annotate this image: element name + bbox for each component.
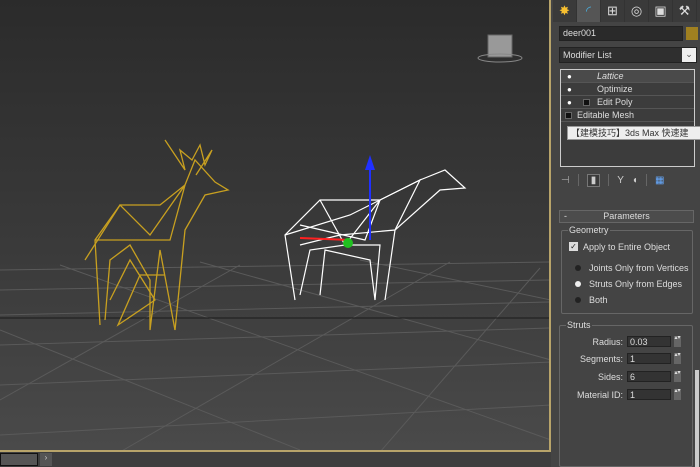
geometry-label: Geometry — [568, 225, 610, 235]
lightbulb-icon[interactable]: ● — [567, 83, 572, 96]
stack-item-label: Lattice — [597, 71, 624, 81]
sides-input[interactable]: 6 — [627, 371, 671, 382]
field-label: Radius: — [592, 337, 623, 347]
deer-lattice-gold — [84, 139, 230, 331]
command-panel: ✸ ◜ ⊞ ◎ ▣ ⚒ deer001 Modifier List ⌄ ● Latt… — [553, 0, 700, 467]
hierarchy-icon[interactable]: ⊞ — [601, 0, 625, 22]
create-icon[interactable]: ✸ — [553, 0, 577, 22]
chevron-down-icon[interactable]: ⌄ — [682, 48, 696, 62]
stack-toolbar: ⊣ ▮ Y ◖ ▦ — [561, 172, 695, 188]
radio-struts[interactable] — [575, 281, 581, 287]
field-label: Material ID: — [576, 390, 623, 400]
deer-lattice-white — [284, 169, 467, 301]
display-icon[interactable]: ▣ — [649, 0, 673, 22]
apply-entire-checkbox[interactable]: ✓ — [569, 242, 578, 251]
next-frame-button[interactable]: › — [40, 453, 52, 466]
object-name-field[interactable]: deer001 — [559, 26, 683, 41]
spinner-icon[interactable]: ▴▾ — [674, 352, 681, 364]
lightbulb-icon[interactable]: ● — [567, 96, 572, 109]
field-label: Segments: — [579, 354, 623, 364]
panel-scrollbar[interactable] — [695, 370, 699, 467]
perspective-viewport[interactable] — [0, 0, 551, 452]
option-label: Joints Only from Vertices — [589, 263, 689, 273]
scene — [0, 34, 549, 450]
segments-input[interactable]: 1 — [627, 353, 671, 364]
motion-icon[interactable]: ◎ — [625, 0, 649, 22]
radio-both[interactable] — [575, 297, 581, 303]
modifier-list-label: Modifier List — [563, 50, 612, 60]
field-label: Sides: — [597, 372, 623, 382]
stack-item-edit-poly[interactable]: ● Edit Poly — [561, 96, 694, 109]
material-id-input[interactable]: 1 — [627, 389, 671, 400]
lightbulb-icon[interactable]: ● — [567, 70, 572, 83]
modifier-list-dropdown[interactable]: Modifier List ⌄ — [559, 47, 697, 63]
modifier-stack: ● Lattice ● Optimize ● Edit Poly Editable M… — [560, 69, 700, 167]
utilities-icon[interactable]: ⚒ — [673, 0, 697, 22]
stack-item-editable-mesh[interactable]: Editable Mesh — [561, 109, 694, 122]
spinner-icon[interactable]: ▴▾ — [674, 335, 681, 347]
rollout-title: Parameters — [603, 211, 650, 221]
expand-icon[interactable] — [583, 99, 590, 106]
radius-input[interactable]: 0.03 — [627, 336, 671, 347]
show-end-result-icon[interactable]: ▮ — [586, 173, 601, 187]
modify-icon[interactable]: ◜ — [577, 0, 601, 22]
apply-entire-label: Apply to Entire Object — [583, 242, 671, 252]
pin-stack-icon[interactable]: ⊣ — [561, 175, 570, 186]
time-slider-thumb[interactable] — [0, 453, 38, 466]
grid — [0, 259, 549, 450]
stack-item-label: Editable Mesh — [577, 110, 635, 120]
time-slider[interactable]: › — [0, 452, 551, 467]
spinner-icon[interactable]: ▴▾ — [674, 388, 681, 400]
make-unique-icon[interactable]: Y — [617, 175, 624, 186]
option-label: Struts Only from Edges — [589, 279, 683, 289]
configure-sets-icon[interactable]: ▦ — [655, 175, 664, 186]
expand-icon[interactable] — [565, 112, 572, 119]
stack-item-label: Edit Poly — [597, 97, 633, 107]
viewcube-icon — [477, 34, 523, 63]
remove-modifier-icon[interactable]: ◖ — [632, 175, 638, 186]
radio-joints[interactable] — [575, 265, 581, 271]
parameters-rollout-header[interactable]: - Parameters — [559, 210, 694, 223]
spinner-icon[interactable]: ▴▾ — [674, 370, 681, 382]
stack-item-lattice[interactable]: ● Lattice — [561, 70, 694, 83]
stack-item-optimize[interactable]: ● Optimize — [561, 83, 694, 96]
tooltip: 【建模技巧】3ds Max 快速建 — [567, 126, 700, 140]
object-color-swatch[interactable] — [686, 27, 698, 40]
option-label: Both — [589, 295, 608, 305]
stack-item-label: Optimize — [597, 84, 633, 94]
struts-label: Struts — [566, 320, 592, 330]
